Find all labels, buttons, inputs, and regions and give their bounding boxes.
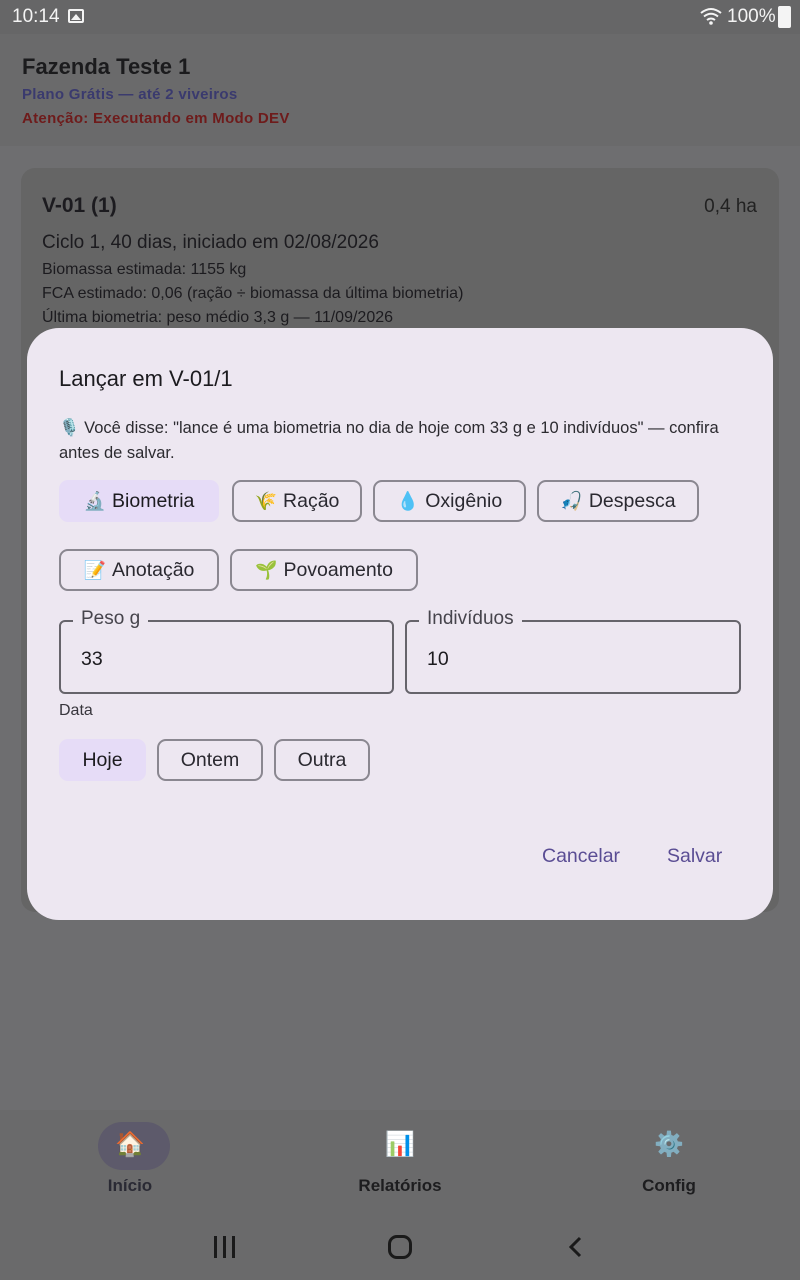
cycle-info: Ciclo 1, 40 dias, iniciado em 02/08/2026 (42, 232, 379, 253)
date-label: Data (59, 702, 93, 719)
nav-label-config: Config (642, 1176, 696, 1195)
wheat-icon: 🌾 (254, 490, 278, 511)
recents-icon[interactable] (214, 1236, 236, 1258)
chip-racao[interactable]: 🌾 Ração (232, 480, 362, 522)
home-button-icon[interactable] (388, 1235, 412, 1259)
nav-label-inicio: Início (107, 1176, 153, 1195)
weight-field-value[interactable]: 33 (81, 648, 103, 671)
chip-label: Despesca (588, 489, 676, 512)
chip-anotacao[interactable]: 📝 Anotação (59, 549, 219, 591)
last-biometry-info: Última biometria: peso médio 3,3 g — 11/… (42, 309, 394, 326)
chip-label: Anotação (112, 558, 195, 581)
chip-biometria[interactable]: 🔬 Biometria (59, 480, 219, 522)
farm-name[interactable]: Fazenda Teste 1 (22, 54, 190, 80)
chip-label: Biometria (112, 489, 195, 512)
system-nav-bar (0, 1218, 800, 1280)
date-chip-outra[interactable]: Outra (274, 739, 370, 781)
chip-povoamento[interactable]: 🌱 Povoamento (230, 549, 418, 591)
nav-item-relatorios[interactable]: 📊 Relatórios (330, 1110, 470, 1218)
chip-despesca[interactable]: 🎣 Despesca (537, 480, 699, 522)
back-icon[interactable] (568, 1236, 582, 1258)
fca-info: FCA estimado: 0,06 (ração ÷ biomassa da … (42, 285, 464, 302)
pond-area: 0,4 ha (704, 196, 757, 217)
chip-label: Ontem (180, 748, 240, 771)
memo-icon: 📝 (83, 559, 106, 580)
gear-icon: ⚙️ (654, 1131, 684, 1158)
app-header: Fazenda Teste 1 Plano Grátis — até 2 viv… (0, 34, 800, 146)
droplet-icon: 💧 (396, 490, 420, 511)
chip-label: Ração (283, 489, 340, 512)
status-bar: 10:14 100% (0, 0, 800, 34)
wifi-icon (700, 8, 722, 25)
image-notification-icon (68, 9, 84, 23)
microscope-icon: 🔬 (83, 490, 107, 511)
weight-field-label: Peso g (73, 608, 149, 630)
home-icon: 🏠 (115, 1131, 145, 1158)
status-time: 10:14 (12, 6, 60, 27)
bottom-nav: 🏠 Início 📊 Relatórios ⚙️ Config (0, 1110, 800, 1218)
pond-title: V-01 (1) (42, 194, 117, 217)
save-button[interactable]: Salvar (667, 845, 722, 868)
weight-field[interactable]: Peso g 33 (59, 608, 394, 694)
chip-label: Oxigênio (425, 489, 503, 512)
date-chip-hoje[interactable]: Hoje (59, 739, 146, 781)
dev-mode-warning: Atenção: Executando em Modo DEV (22, 110, 290, 127)
fishing-icon: 🎣 (560, 490, 583, 511)
nav-item-config[interactable]: ⚙️ Config (599, 1110, 739, 1218)
nav-item-inicio[interactable]: 🏠 Início (60, 1110, 200, 1218)
chip-label: Hoje (82, 748, 123, 771)
date-chip-ontem[interactable]: Ontem (157, 739, 263, 781)
dialog-title: Lançar em V-01/1 (59, 366, 233, 391)
voice-transcript: 🎙️ Você disse: "lance é uma biometria no… (59, 419, 719, 462)
battery-icon (778, 6, 791, 28)
battery-level: 100% (727, 6, 776, 27)
chip-label: Povoamento (283, 558, 393, 581)
chart-icon: 📊 (385, 1131, 415, 1158)
launch-entry-dialog: Lançar em V-01/1 🎙️ Você disse: "lance é… (27, 328, 773, 920)
plan-label: Plano Grátis — até 2 viveiros (22, 86, 238, 103)
cancel-button[interactable]: Cancelar (542, 845, 620, 868)
count-field-label: Indivíduos (419, 608, 522, 630)
biomass-info: Biomassa estimada: 1155 kg (42, 261, 247, 278)
nav-label-relatorios: Relatórios (358, 1176, 442, 1195)
chip-label: Outra (297, 748, 347, 771)
count-field-value[interactable]: 10 (427, 648, 449, 671)
count-field[interactable]: Indivíduos 10 (405, 608, 741, 694)
seedling-icon: 🌱 (255, 559, 278, 580)
chip-oxigenio[interactable]: 💧 Oxigênio (373, 480, 526, 522)
